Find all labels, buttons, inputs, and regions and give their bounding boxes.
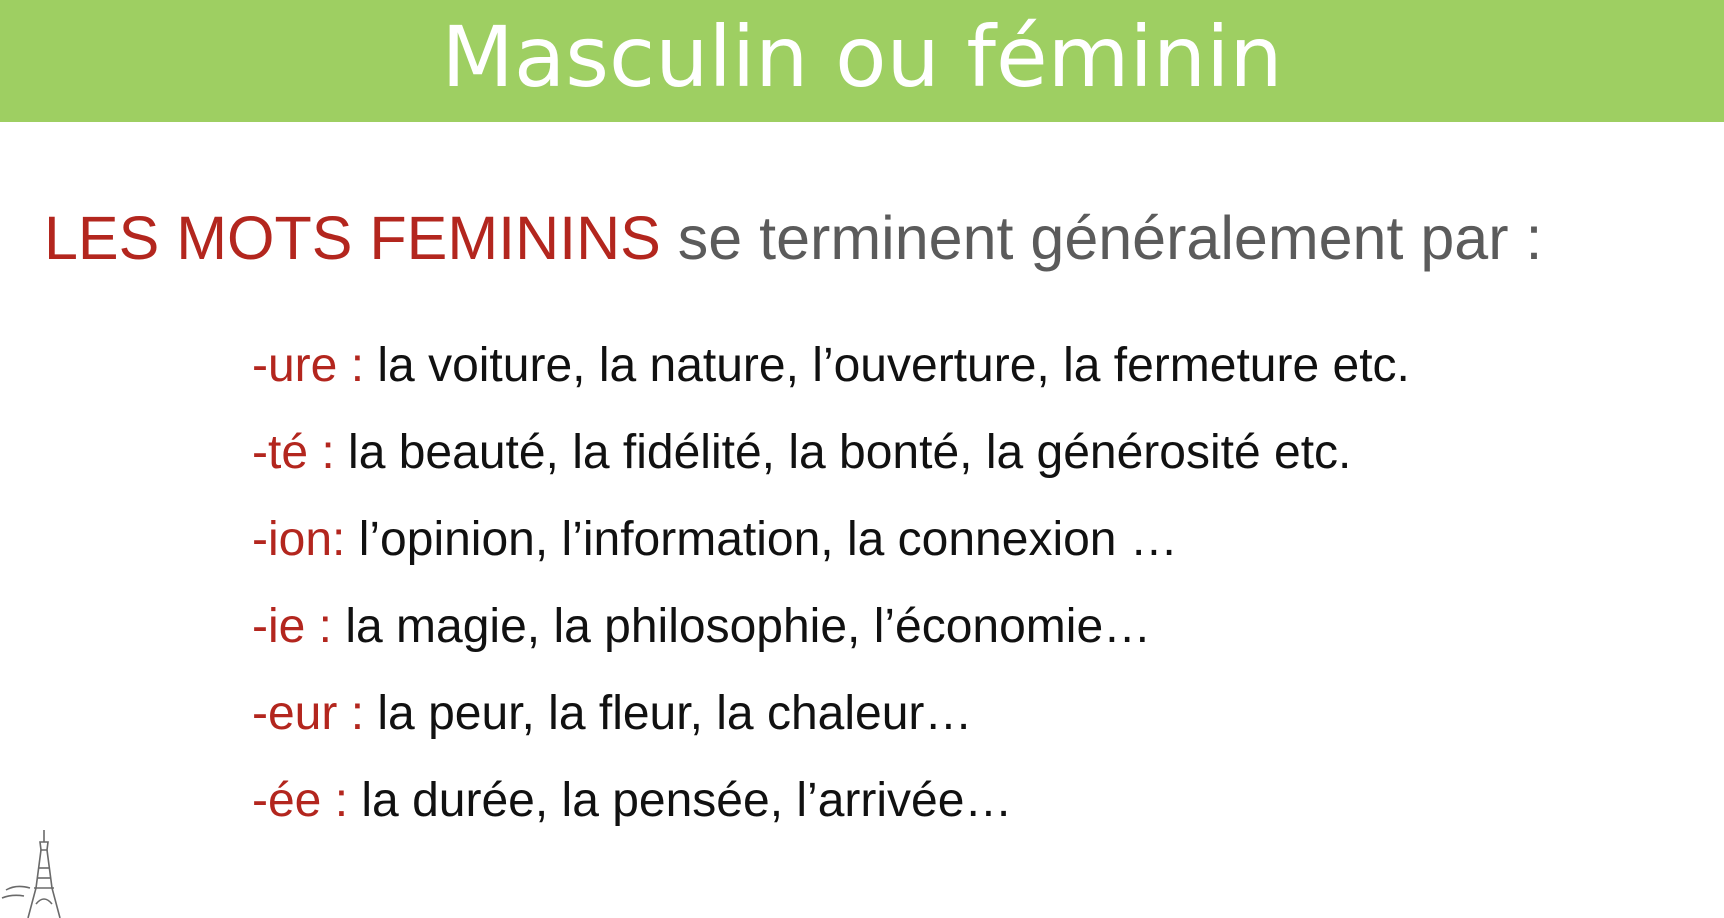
suffix-label: -ion:: [252, 513, 359, 566]
suffix-label: -eur :: [252, 687, 378, 740]
examples-text: la voiture, la nature, l’ouverture, la f…: [377, 339, 1410, 392]
section-heading: LES MOTS FEMININS se terminent généralem…: [44, 208, 1542, 269]
list-item: -ure : la voiture, la nature, l’ouvertur…: [252, 342, 1410, 390]
examples-text: la magie, la philosophie, l’économie…: [345, 600, 1152, 653]
list-item: -eur : la peur, la fleur, la chaleur…: [252, 690, 972, 738]
suffix-label: -ie :: [252, 600, 346, 653]
list-item: -té : la beauté, la fidélité, la bonté, …: [252, 429, 1351, 477]
page-title: Masculin ou féminin: [441, 8, 1283, 106]
list-item: -ée : la durée, la pensée, l’arrivée…: [252, 777, 1012, 825]
list-item: -ie : la magie, la philosophie, l’économ…: [252, 603, 1151, 651]
suffix-label: -ée :: [252, 774, 362, 827]
suffix-label: -té :: [252, 426, 349, 479]
eiffel-tower-icon: [1, 830, 61, 918]
examples-text: l’opinion, l’information, la connexion …: [358, 513, 1178, 566]
heading-rest: se terminent généralement par :: [660, 204, 1543, 272]
heading-highlight: LES MOTS FEMININS: [44, 204, 661, 272]
suffix-label: -ure :: [252, 339, 378, 392]
list-item: -ion: l’opinion, l’information, la conne…: [252, 516, 1178, 564]
examples-text: la peur, la fleur, la chaleur…: [377, 687, 973, 740]
title-banner: Masculin ou féminin: [0, 0, 1724, 122]
examples-text: la durée, la pensée, l’arrivée…: [361, 774, 1013, 827]
examples-text: la beauté, la fidélité, la bonté, la gén…: [348, 426, 1352, 479]
